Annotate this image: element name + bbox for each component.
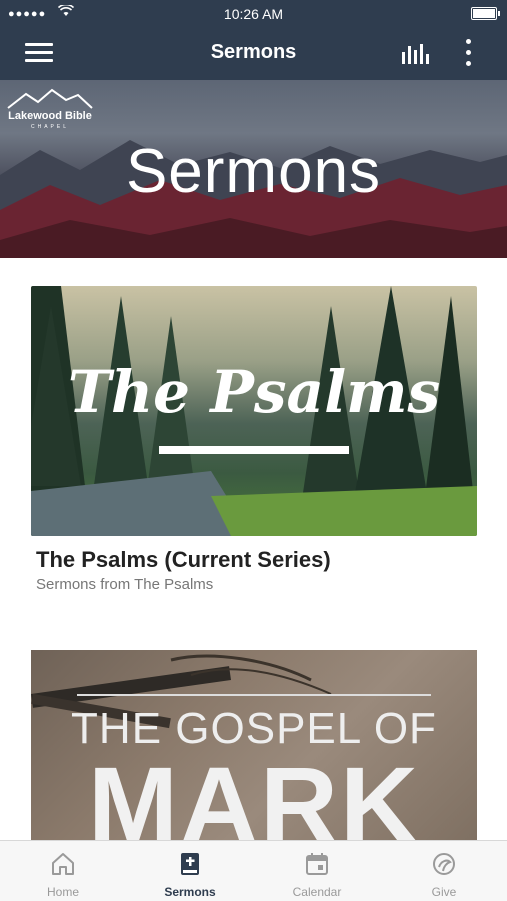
battery-icon	[471, 7, 500, 20]
tab-calendar-label: Calendar	[292, 885, 342, 899]
tab-give-label: Give	[431, 885, 457, 899]
navigation-bar: Sermons	[0, 26, 507, 80]
tab-sermons[interactable]: Sermons	[127, 841, 253, 901]
audio-bars-icon[interactable]	[400, 42, 430, 66]
church-logo: Lakewood Bible CHAPEL	[4, 86, 96, 132]
tab-sermons-label: Sermons	[164, 885, 216, 899]
calendar-icon	[304, 851, 330, 877]
bible-icon	[177, 851, 203, 877]
status-bar: ●●●●● 10:26 AM	[0, 0, 507, 26]
logo-name: Lakewood Bible	[8, 110, 92, 122]
more-options-icon[interactable]	[462, 39, 474, 67]
series-art-underline	[159, 446, 349, 454]
tab-give[interactable]: Give	[381, 841, 507, 901]
page-title: Sermons	[210, 41, 297, 63]
tab-bar: Home Sermons Calendar Give	[0, 840, 507, 901]
series-art-title: The Psalms	[67, 358, 441, 426]
logo-subtitle: CHAPEL	[30, 124, 69, 130]
tab-home[interactable]: Home	[0, 841, 126, 901]
status-time: 10:26 AM	[223, 6, 284, 22]
hero-heading: Sermons	[125, 137, 382, 206]
tab-home-label: Home	[46, 885, 79, 899]
series-card-psalms[interactable]: The Psalms	[31, 286, 477, 536]
series-title[interactable]: The Psalms (Current Series)	[36, 547, 331, 573]
series-card-mark[interactable]: THE GOSPEL OF MARK	[31, 650, 477, 850]
tab-calendar[interactable]: Calendar	[254, 841, 380, 901]
give-icon	[431, 851, 457, 877]
series-art-line2: MARK	[88, 744, 420, 850]
series-art-rule	[77, 694, 431, 696]
series-subtitle: Sermons from The Psalms	[36, 576, 214, 593]
home-icon	[50, 851, 76, 877]
hero-banner: Lakewood Bible CHAPEL Sermons	[0, 80, 507, 258]
